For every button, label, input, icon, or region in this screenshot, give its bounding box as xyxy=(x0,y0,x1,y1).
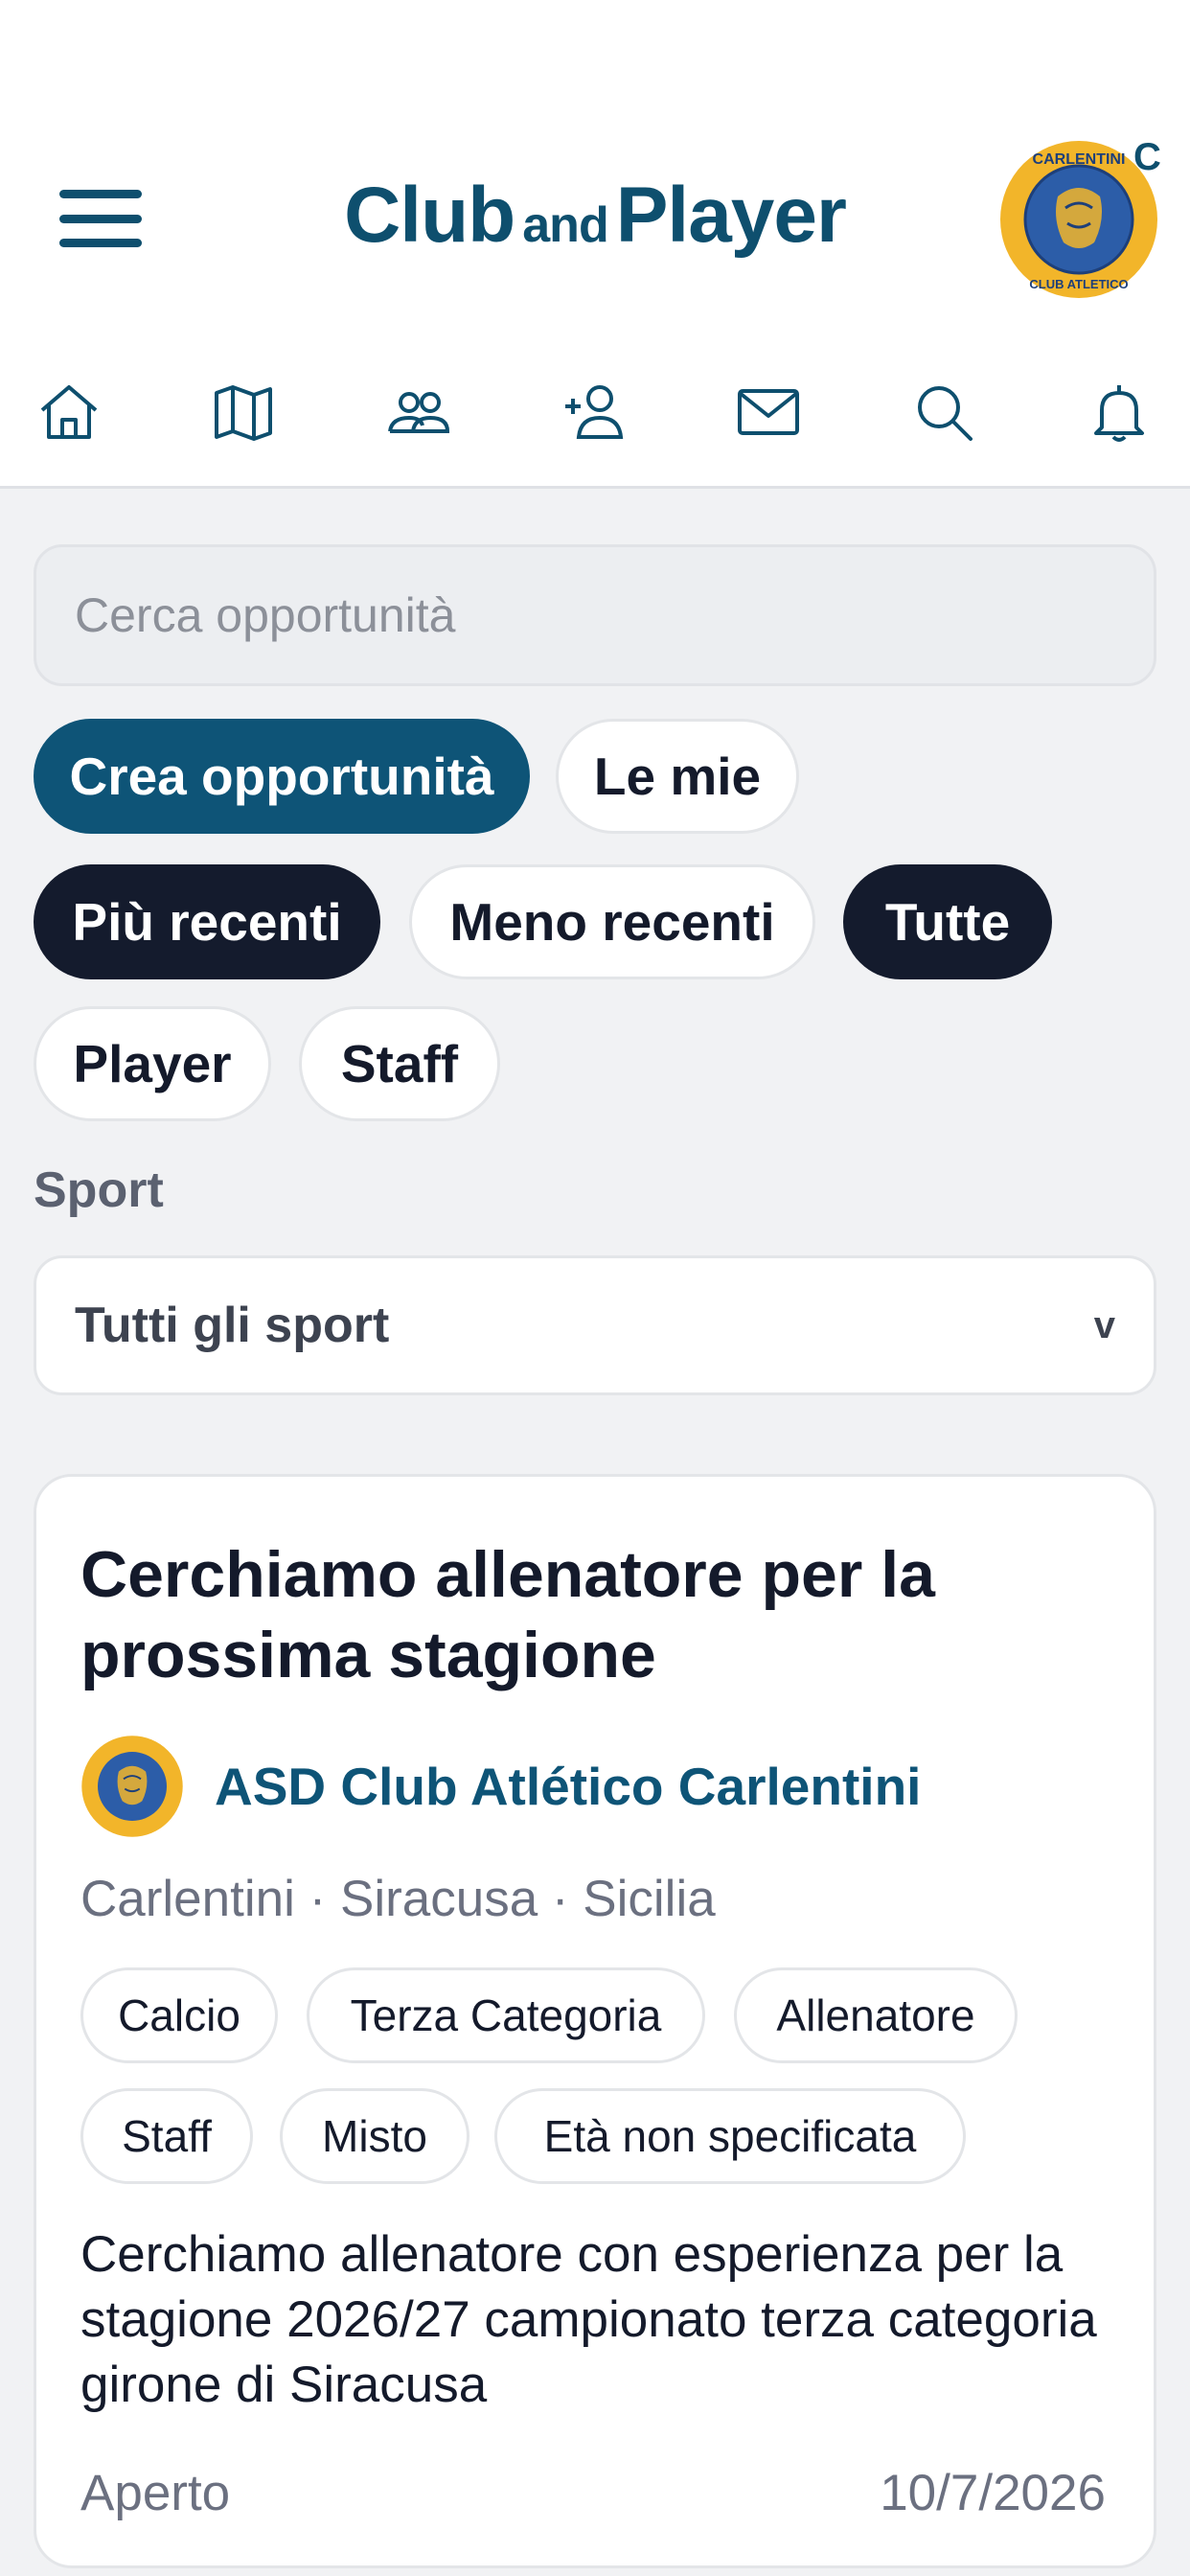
my-opportunities-button[interactable]: Le mie xyxy=(556,719,799,834)
filter-most-recent[interactable]: Più recenti xyxy=(34,864,380,979)
sport-select-value: Tutti gli sport xyxy=(75,1298,390,1353)
avatar-text-bottom: CLUB ATLETICO xyxy=(1029,277,1128,291)
filter-staff[interactable]: Staff xyxy=(299,1006,500,1121)
logo-player: Player xyxy=(615,172,847,259)
club-logo-icon xyxy=(81,1736,183,1837)
add-person-icon[interactable] xyxy=(556,374,632,450)
app-header: Club andPlayer CARLENTINI CLUB ATLETICO C xyxy=(0,0,1190,489)
tag-category: Terza Categoria xyxy=(307,1967,705,2063)
sport-select[interactable]: Tutti gli sport v xyxy=(34,1255,1156,1395)
map-icon[interactable] xyxy=(205,374,282,450)
status-badge: Aperto xyxy=(80,2465,231,2521)
filter-player[interactable]: Player xyxy=(34,1006,271,1121)
opportunity-card[interactable]: Cerchiamo allenatore per la prossima sta… xyxy=(34,1474,1156,2568)
tag-role: Allenatore xyxy=(734,1967,1018,2063)
opportunity-location: Carlentini · Siracusa · Sicilia xyxy=(80,1871,716,1927)
tag-type: Staff xyxy=(80,2088,253,2184)
opportunity-date: 10/7/2026 xyxy=(880,2465,1106,2521)
logo-and: and xyxy=(522,197,608,253)
search-icon[interactable] xyxy=(905,374,982,450)
filter-all[interactable]: Tutte xyxy=(843,864,1052,979)
tag-age: Età non specificata xyxy=(494,2088,966,2184)
search-input[interactable]: Cerca opportunità xyxy=(34,544,1156,686)
sport-label: Sport xyxy=(34,1162,164,1218)
opportunity-description: Cerchiamo allenatore con esperienza per … xyxy=(80,2226,1097,2413)
club-row[interactable]: ASD Club Atlético Carlentini xyxy=(80,1734,921,1839)
filter-least-recent[interactable]: Meno recenti xyxy=(409,864,815,979)
club-name-link[interactable]: ASD Club Atlético Carlentini xyxy=(215,1756,921,1817)
home-icon[interactable] xyxy=(31,374,107,450)
avatar-text-top: CARLENTINI xyxy=(1033,151,1126,168)
create-opportunity-button[interactable]: Crea opportunità xyxy=(34,719,530,834)
avatar-badge: C xyxy=(1133,136,1161,178)
search-placeholder: Cerca opportunità xyxy=(75,588,456,642)
opportunity-title: Cerchiamo allenatore per la prossima sta… xyxy=(80,1538,935,1691)
people-icon[interactable] xyxy=(380,374,457,450)
tag-sport: Calcio xyxy=(80,1967,278,2063)
mail-icon[interactable] xyxy=(730,374,807,450)
tag-gender: Misto xyxy=(280,2088,469,2184)
chevron-down-icon: v xyxy=(1093,1303,1115,1346)
nav-bar xyxy=(0,374,1190,450)
logo-club: Club xyxy=(344,172,515,259)
bell-icon[interactable] xyxy=(1081,374,1157,450)
